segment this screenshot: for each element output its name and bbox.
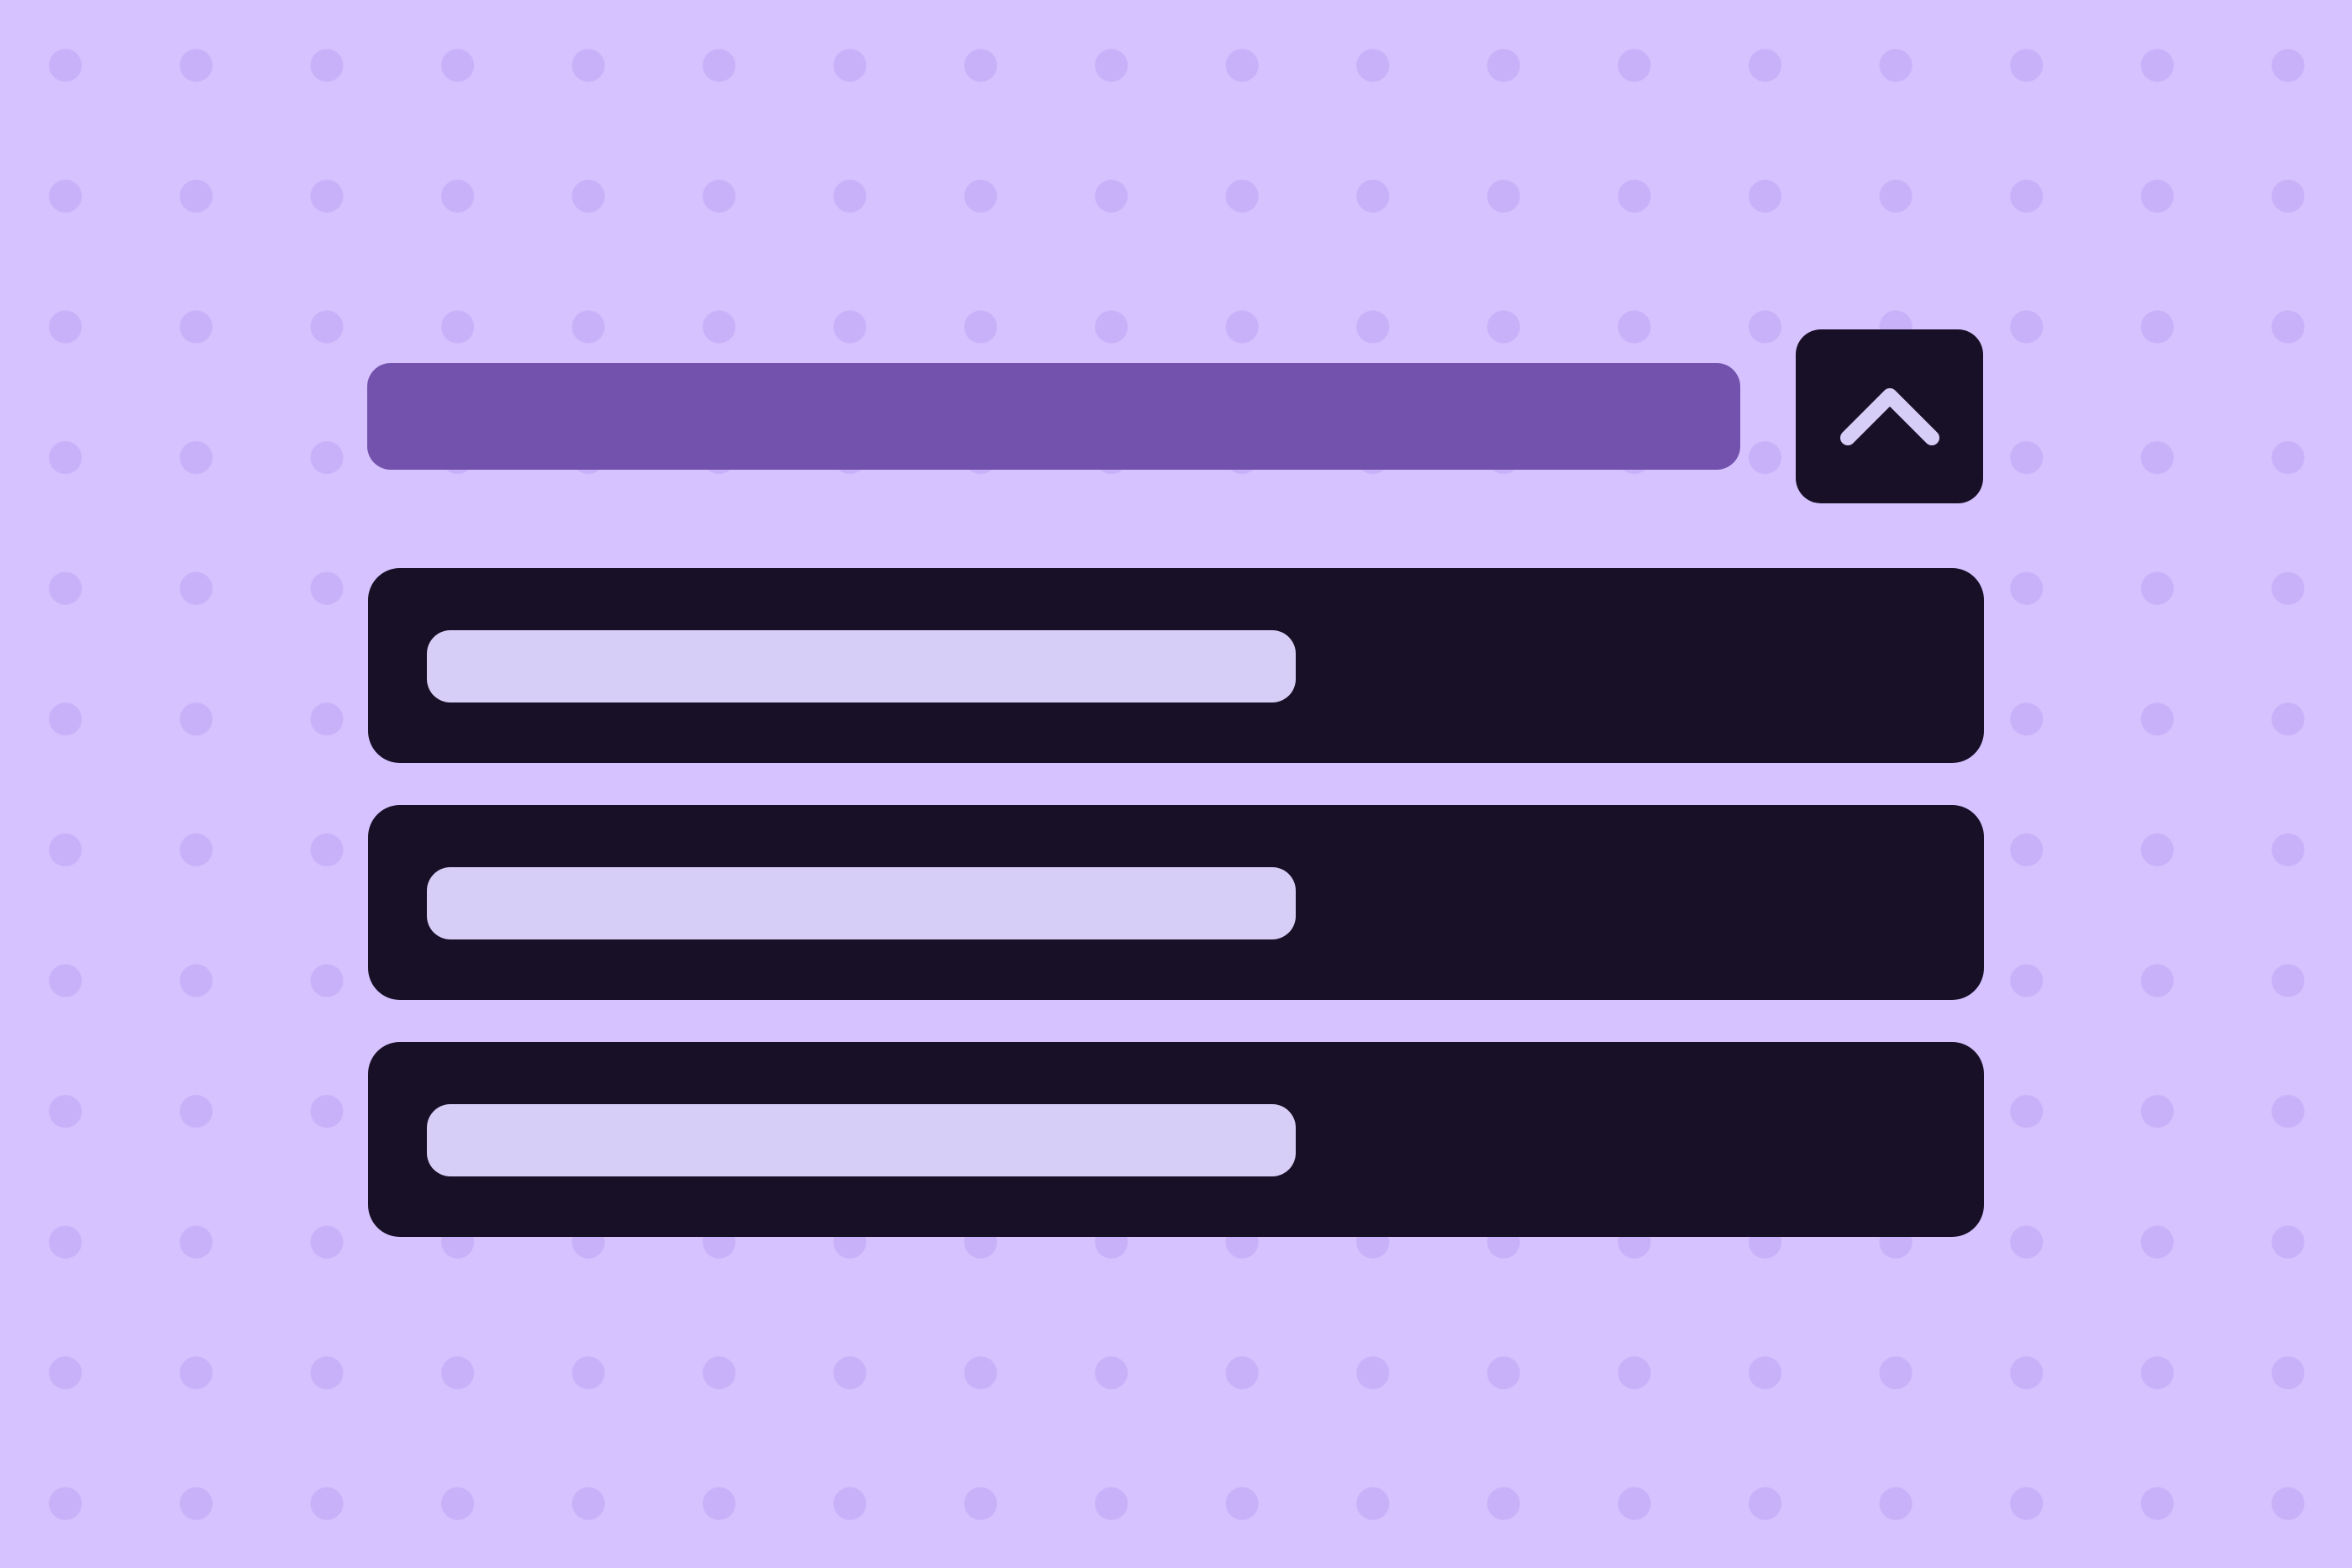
option-label-placeholder xyxy=(427,1104,1296,1176)
dropdown-select-field[interactable] xyxy=(367,363,1740,470)
option-label-placeholder xyxy=(427,630,1296,702)
dropdown-option[interactable] xyxy=(368,805,1984,1000)
chevron-up-icon xyxy=(1839,387,1939,445)
dropdown-toggle-button[interactable] xyxy=(1796,329,1983,503)
dropdown-option[interactable] xyxy=(368,568,1984,763)
dropdown-options-list xyxy=(368,568,1984,1237)
dropdown-option[interactable] xyxy=(368,1042,1984,1237)
option-label-placeholder xyxy=(427,867,1296,939)
